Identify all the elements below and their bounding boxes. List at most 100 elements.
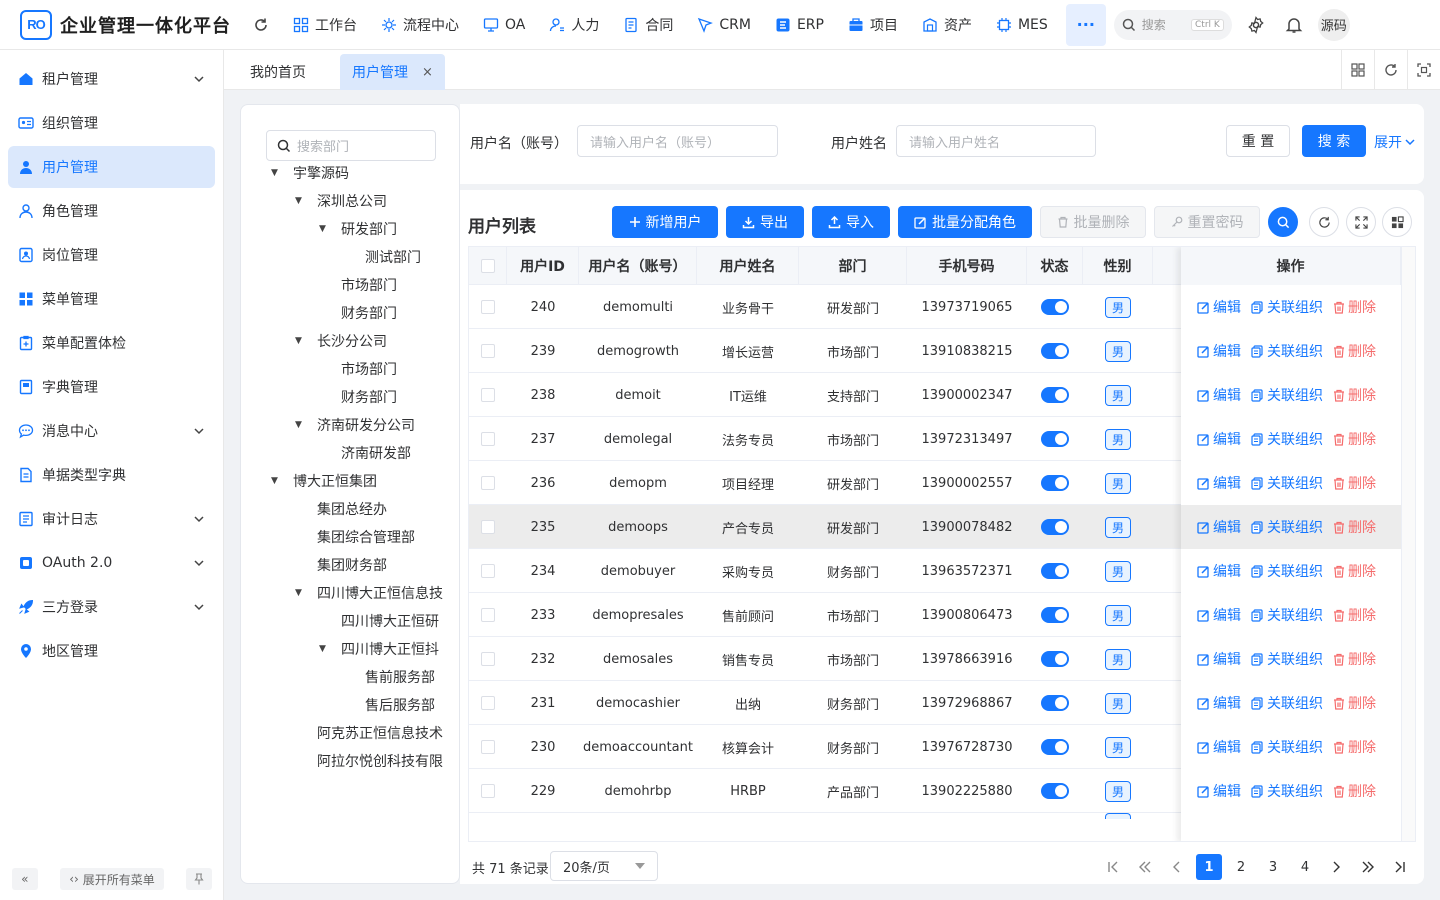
caret-down-icon[interactable]: ▼: [295, 336, 309, 346]
delete-button[interactable]: 删除: [1333, 561, 1376, 581]
table-row[interactable]: 233 demopresales 售前顾问 市场部门 13900806473 男 编辑 关联组…: [469, 593, 1415, 637]
expand-filters-button[interactable]: 展开: [1374, 132, 1416, 152]
link-org-button[interactable]: 关联组织: [1251, 649, 1323, 669]
batch-delete-button[interactable]: 批量删除: [1040, 206, 1146, 238]
row-checkbox[interactable]: [481, 520, 495, 534]
delete-button[interactable]: 删除: [1333, 737, 1376, 757]
next-group-icon[interactable]: [1355, 854, 1381, 880]
refresh-table-icon[interactable]: [1309, 207, 1339, 237]
app-nav-item[interactable]: 人力: [537, 4, 611, 46]
row-checkbox-cell[interactable]: [469, 725, 507, 769]
caret-down-icon[interactable]: ▼: [295, 420, 309, 430]
prev-page-icon[interactable]: [1164, 854, 1190, 880]
table-row[interactable]: 229 demohrbp HRBP 产品部门 13902225880 男 编辑 关联组织 删除: [469, 769, 1415, 813]
delete-button[interactable]: 删除: [1333, 605, 1376, 625]
status-toggle[interactable]: [1041, 563, 1069, 579]
link-org-button[interactable]: 关联组织: [1251, 297, 1323, 317]
tree-node[interactable]: 集团财务部: [295, 551, 387, 579]
sidebar-item[interactable]: 字典管理: [8, 366, 215, 408]
tab-home[interactable]: 我的首页: [238, 54, 318, 90]
row-checkbox[interactable]: [481, 564, 495, 578]
sidebar-item[interactable]: 菜单配置体检: [8, 322, 215, 364]
link-org-button[interactable]: 关联组织: [1251, 605, 1323, 625]
first-page-icon[interactable]: [1100, 854, 1126, 880]
app-nav-item[interactable]: ERP: [763, 4, 836, 46]
delete-button[interactable]: 删除: [1333, 429, 1376, 449]
pin-sidebar-icon[interactable]: [186, 868, 212, 890]
tree-node[interactable]: ▼ 研发部门: [319, 215, 397, 243]
caret-down-icon[interactable]: ▼: [271, 476, 285, 486]
table-row[interactable]: 237 demolegal 法务专员 市场部门 13972313497 男 编辑 关联组织 删除: [469, 417, 1415, 461]
row-checkbox[interactable]: [481, 784, 495, 798]
tree-node[interactable]: 测试部门: [343, 243, 421, 271]
app-nav-item[interactable]: 项目: [836, 4, 910, 46]
app-nav-item[interactable]: CRM: [685, 4, 763, 46]
row-checkbox-cell[interactable]: [469, 285, 507, 329]
page-number-button[interactable]: 2: [1228, 854, 1254, 880]
tree-node[interactable]: 阿拉尔悦创科技有限: [295, 747, 443, 775]
department-search-input[interactable]: 搜索部门: [266, 130, 436, 161]
table-row[interactable]: 239 demogrowth 增长运营 市场部门 13910838215 男 编辑 关联组织 删…: [469, 329, 1415, 373]
sidebar-item[interactable]: 组织管理: [8, 102, 215, 144]
column-settings-icon[interactable]: [1382, 207, 1412, 237]
delete-button[interactable]: 删除: [1333, 781, 1376, 801]
app-nav-item[interactable]: 流程中心: [369, 4, 471, 46]
table-row[interactable]: 230 demoaccountant 核算会计 财务部门 13976728730 男 编辑 关…: [469, 725, 1415, 769]
caret-down-icon[interactable]: ▼: [271, 168, 285, 178]
row-checkbox[interactable]: [481, 344, 495, 358]
table-row[interactable]: 232 demosales 销售专员 市场部门 13978663916 男 编辑 关联组织 删除: [469, 637, 1415, 681]
refresh-icon[interactable]: [251, 15, 271, 35]
delete-button[interactable]: 删除: [1333, 341, 1376, 361]
edit-button[interactable]: 编辑: [1197, 737, 1241, 757]
sidebar-item[interactable]: 租户管理: [8, 58, 215, 100]
table-scrollbar[interactable]: [1401, 247, 1415, 841]
tree-node[interactable]: ▼ 长沙分公司: [295, 327, 387, 355]
row-checkbox-cell[interactable]: [469, 373, 507, 417]
status-toggle[interactable]: [1041, 695, 1069, 711]
caret-down-icon[interactable]: ▼: [295, 588, 309, 598]
tree-node[interactable]: 财务部门: [319, 299, 397, 327]
assign-roles-button[interactable]: 批量分配角色: [898, 206, 1032, 238]
edit-button[interactable]: 编辑: [1197, 385, 1241, 405]
edit-button[interactable]: 编辑: [1197, 605, 1241, 625]
status-toggle[interactable]: [1041, 387, 1069, 403]
tree-node[interactable]: 售前服务部: [343, 663, 435, 691]
status-toggle[interactable]: [1041, 519, 1069, 535]
app-nav-item[interactable]: OA: [471, 4, 537, 46]
link-org-button[interactable]: 关联组织: [1251, 781, 1323, 801]
row-checkbox[interactable]: [481, 388, 495, 402]
page-number-button[interactable]: 1: [1196, 854, 1222, 880]
row-checkbox[interactable]: [481, 740, 495, 754]
select-all-checkbox[interactable]: [480, 259, 495, 273]
delete-button[interactable]: 删除: [1333, 649, 1376, 669]
reset-password-button[interactable]: 重置密码: [1154, 206, 1260, 238]
row-checkbox[interactable]: [481, 652, 495, 666]
import-button[interactable]: 导入: [812, 206, 890, 238]
user-avatar[interactable]: 源码: [1317, 8, 1350, 41]
table-row[interactable]: 235 demoops 产合专员 研发部门 13900078482 男 编辑 关联组织 删除: [469, 505, 1415, 549]
caret-down-icon[interactable]: ▼: [319, 644, 333, 654]
sidebar-item[interactable]: 地区管理: [8, 630, 215, 672]
status-toggle[interactable]: [1041, 431, 1069, 447]
tree-node[interactable]: 集团综合管理部: [295, 523, 415, 551]
status-toggle[interactable]: [1041, 343, 1069, 359]
row-checkbox[interactable]: [481, 432, 495, 446]
app-nav-item[interactable]: MES: [984, 4, 1060, 46]
tree-node[interactable]: 济南研发部: [319, 439, 411, 467]
tree-node[interactable]: 集团总经办: [295, 495, 387, 523]
app-nav-item[interactable]: 合同: [611, 4, 685, 46]
link-org-button[interactable]: 关联组织: [1251, 429, 1323, 449]
delete-button[interactable]: 删除: [1333, 297, 1376, 317]
tree-node[interactable]: 售后服务部: [343, 691, 435, 719]
add-user-button[interactable]: 新增用户: [612, 206, 718, 238]
row-checkbox-cell[interactable]: [469, 637, 507, 681]
fullscreen-icon[interactable]: [1407, 50, 1440, 90]
delete-button[interactable]: 删除: [1333, 517, 1376, 537]
edit-button[interactable]: 编辑: [1197, 561, 1241, 581]
link-org-button[interactable]: 关联组织: [1251, 385, 1323, 405]
row-checkbox-cell[interactable]: [469, 329, 507, 373]
sidebar-item[interactable]: 审计日志: [8, 498, 215, 540]
status-toggle[interactable]: [1041, 475, 1069, 491]
sidebar-item[interactable]: 岗位管理: [8, 234, 215, 276]
row-checkbox-cell[interactable]: [469, 417, 507, 461]
